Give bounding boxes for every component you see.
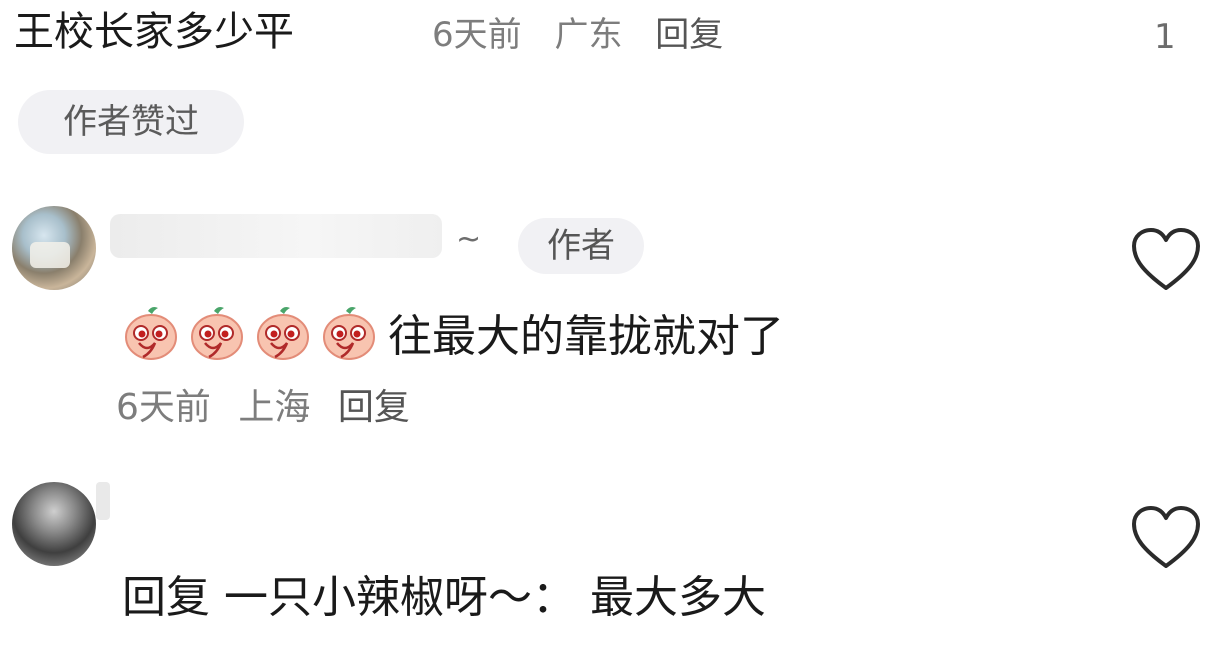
peach-face-emoji-icon — [254, 303, 312, 361]
comment-text: 回复 一只小辣椒呀～： 最大多大 — [122, 572, 766, 623]
username-tilde: ~ — [456, 222, 482, 257]
top-comment-text: 王校长家多少平 — [14, 9, 294, 55]
username-redacted[interactable] — [110, 214, 442, 258]
peach-face-emoji-icon — [188, 303, 246, 361]
author-liked-tag: 作者赞过 — [18, 90, 244, 154]
heart-outline-icon[interactable] — [1130, 504, 1202, 570]
comment-time: 6天前 — [116, 387, 211, 428]
comment-location: 上海 — [238, 387, 311, 428]
top-comment-reply-button[interactable]: 回复 — [655, 15, 723, 55]
peach-face-emoji-icon — [320, 303, 378, 361]
avatar[interactable] — [12, 206, 96, 290]
comment-text: 往最大的靠拢就对了 — [388, 311, 784, 362]
avatar[interactable] — [12, 482, 96, 566]
top-comment-location: 广东 — [554, 15, 623, 55]
username-redacted[interactable] — [96, 482, 110, 520]
comment-meta: 6天前 上海 回复 — [116, 384, 426, 432]
top-comment-like-count: 1 — [1154, 17, 1176, 57]
top-comment-time: 6天前 — [432, 15, 522, 55]
top-comment-meta: 6天前 广东 回复 — [432, 12, 745, 58]
reply-button[interactable]: 回复 — [338, 387, 410, 428]
heart-outline-icon[interactable] — [1130, 226, 1202, 292]
author-badge: 作者 — [518, 218, 644, 274]
peach-face-emoji-icon — [122, 303, 180, 361]
comment-body: 往最大的靠拢就对了 — [122, 296, 784, 368]
